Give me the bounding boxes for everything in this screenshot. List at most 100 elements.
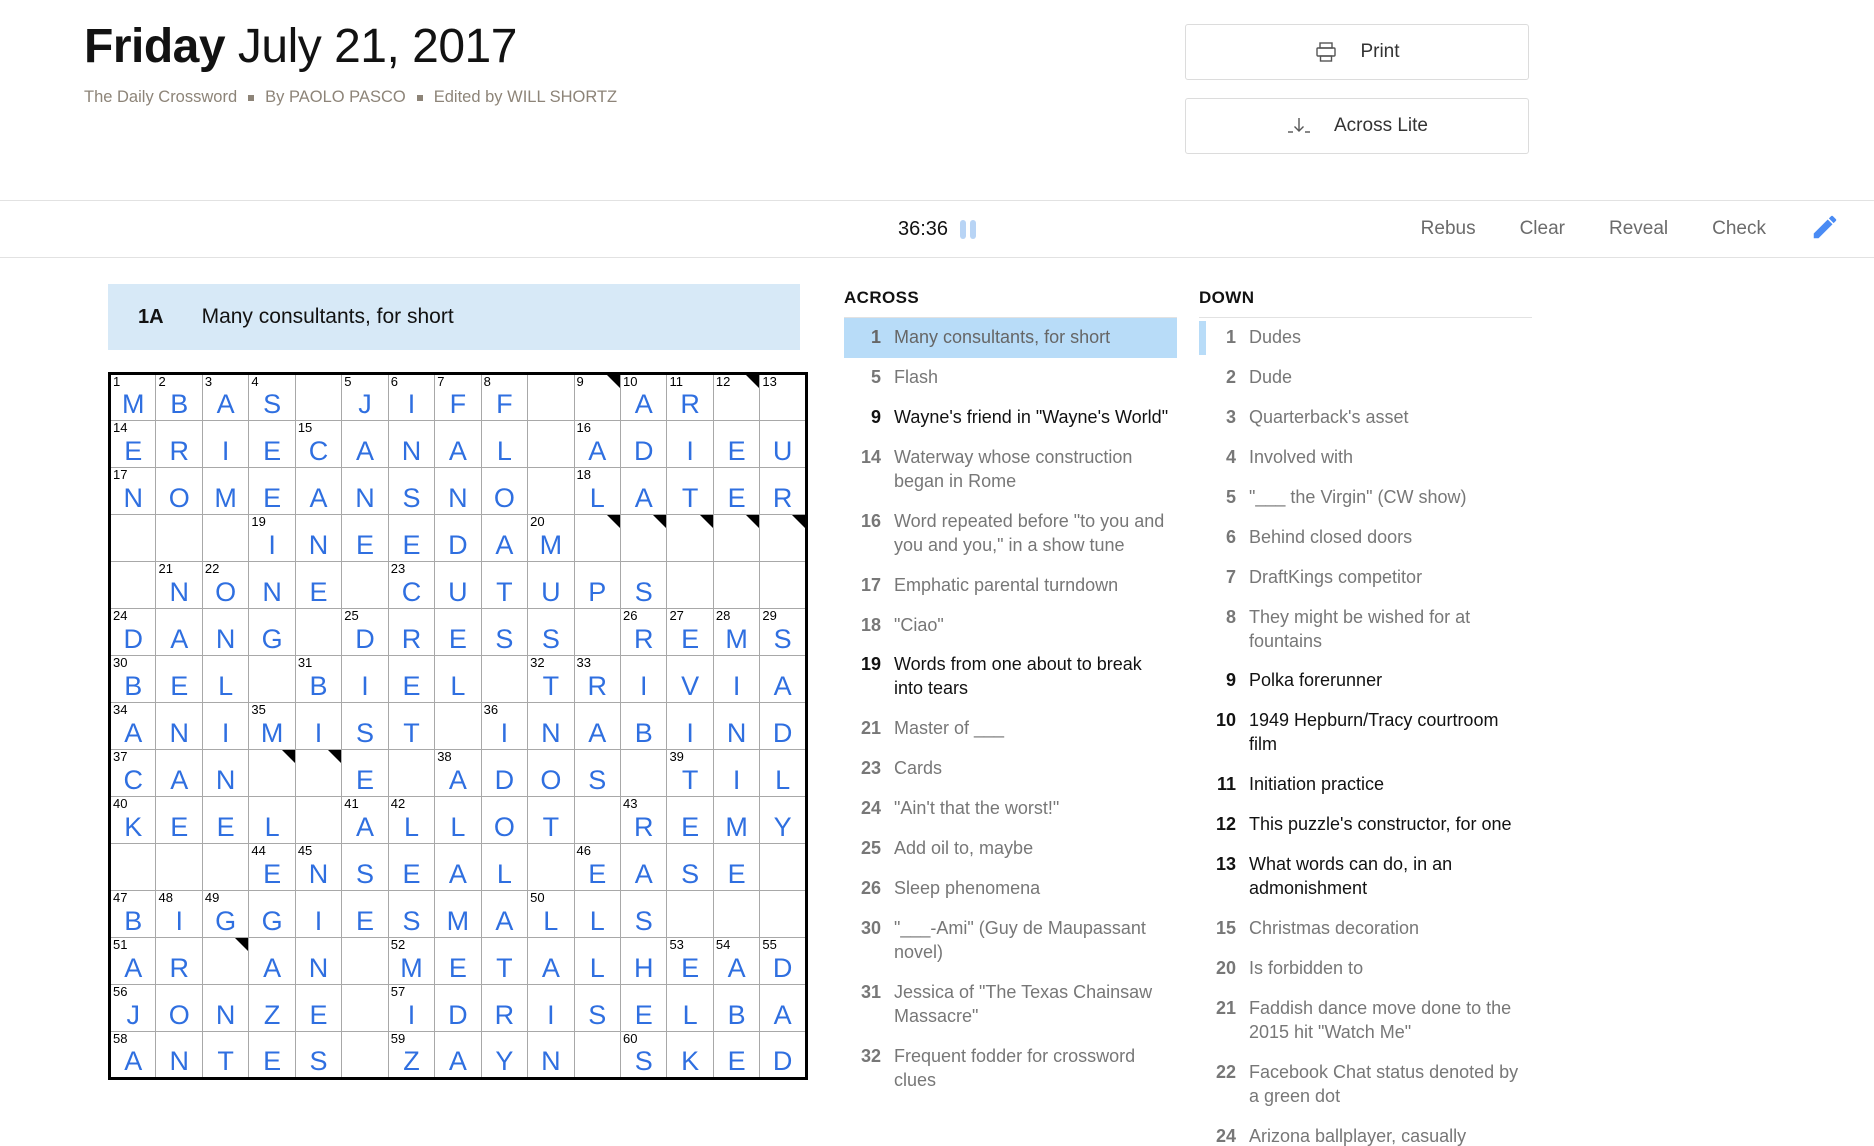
- grid-cell[interactable]: T: [666, 467, 714, 515]
- grid-cell[interactable]: A: [434, 1031, 482, 1079]
- grid-cell[interactable]: 37 C: [108, 749, 157, 797]
- grid-cell[interactable]: 20 M: [527, 514, 575, 562]
- grid-cell[interactable]: N: [201, 749, 250, 797]
- grid-cell[interactable]: N: [387, 420, 436, 468]
- grid-cell[interactable]: L: [434, 655, 482, 703]
- grid-cell[interactable]: L: [201, 655, 250, 703]
- grid-cell[interactable]: N: [434, 467, 482, 515]
- grid-cell[interactable]: M: [201, 467, 250, 515]
- grid-cell[interactable]: [201, 937, 250, 985]
- clue-item-across-24[interactable]: 24 "Ain't that the worst!": [844, 789, 1177, 829]
- grid-cell[interactable]: [573, 514, 622, 562]
- grid-cell[interactable]: 58 A: [108, 1031, 157, 1079]
- grid-cell[interactable]: 56 J: [108, 984, 157, 1032]
- grid-cell[interactable]: 28 M: [712, 608, 761, 656]
- grid-cell[interactable]: 33 R: [573, 655, 622, 703]
- grid-cell[interactable]: R: [155, 937, 203, 985]
- grid-cell[interactable]: 41 A: [341, 796, 389, 844]
- grid-cell[interactable]: T: [387, 702, 436, 750]
- clue-item-down-7[interactable]: 7 DraftKings competitor: [1199, 558, 1532, 598]
- grid-cell[interactable]: N: [712, 702, 761, 750]
- grid-cell[interactable]: 7F: [434, 373, 482, 421]
- grid-cell[interactable]: L: [480, 420, 529, 468]
- grid-cell[interactable]: L: [759, 749, 807, 797]
- grid-cell[interactable]: 13: [759, 373, 807, 421]
- grid-cell[interactable]: I: [201, 702, 250, 750]
- grid-cell[interactable]: S: [387, 890, 436, 938]
- clue-item-down-4[interactable]: 4 Involved with: [1199, 438, 1532, 478]
- grid-cell[interactable]: A: [434, 420, 482, 468]
- grid-cell[interactable]: I: [341, 655, 389, 703]
- grid-cell[interactable]: S: [573, 984, 622, 1032]
- grid-cell[interactable]: A: [480, 890, 529, 938]
- clue-item-across-17[interactable]: 17 Emphatic parental turndown: [844, 566, 1177, 606]
- grid-cell[interactable]: R: [759, 467, 807, 515]
- grid-cell[interactable]: 18 L: [573, 467, 622, 515]
- grid-cell[interactable]: D: [480, 749, 529, 797]
- clue-item-across-30[interactable]: 30 "___-Ami" (Guy de Maupassant novel): [844, 909, 1177, 973]
- clue-item-across-21[interactable]: 21 Master of ___: [844, 709, 1177, 749]
- clue-item-down-21[interactable]: 21 Faddish dance move done to the 2015 hi…: [1199, 989, 1532, 1053]
- grid-cell[interactable]: R: [480, 984, 529, 1032]
- grid-cell[interactable]: S: [480, 608, 529, 656]
- grid-cell[interactable]: E: [387, 655, 436, 703]
- clue-item-down-11[interactable]: 11 Initiation practice: [1199, 765, 1532, 805]
- grid-cell[interactable]: A: [155, 749, 203, 797]
- grid-cell[interactable]: S: [619, 561, 668, 609]
- grid-cell[interactable]: E: [248, 420, 296, 468]
- grid-cell[interactable]: G: [248, 608, 296, 656]
- grid-cell[interactable]: 31 B: [294, 655, 343, 703]
- grid-cell[interactable]: U: [759, 420, 807, 468]
- grid-cell[interactable]: H: [619, 937, 668, 985]
- grid-cell[interactable]: O: [480, 796, 529, 844]
- clue-item-across-26[interactable]: 26 Sleep phenomena: [844, 869, 1177, 909]
- rebus-button[interactable]: Rebus: [1421, 218, 1476, 240]
- grid-cell[interactable]: 53 E: [666, 937, 714, 985]
- clue-item-across-18[interactable]: 18 "Ciao": [844, 606, 1177, 646]
- crossword-grid[interactable]: 1 M 2 B 3 A 4 S 5 J 6 I 7 F 8 F 9 10 A 11 R 12 13 14 E R I E 15 C A N A L…: [108, 372, 808, 1080]
- grid-cell[interactable]: 59 Z: [387, 1031, 436, 1079]
- grid-cell[interactable]: [619, 514, 668, 562]
- grid-cell[interactable]: T: [480, 561, 529, 609]
- grid-cell[interactable]: [248, 749, 296, 797]
- grid-cell[interactable]: E: [201, 796, 250, 844]
- grid-cell[interactable]: T: [527, 796, 575, 844]
- grid-cell[interactable]: N: [527, 1031, 575, 1079]
- grid-cell[interactable]: E: [155, 655, 203, 703]
- grid-cell[interactable]: E: [387, 514, 436, 562]
- grid-cell[interactable]: 44 E: [248, 843, 296, 891]
- grid-cell[interactable]: N: [341, 467, 389, 515]
- grid-cell[interactable]: 17 N: [108, 467, 157, 515]
- clear-button[interactable]: Clear: [1520, 218, 1565, 240]
- grid-cell[interactable]: 15 C: [294, 420, 343, 468]
- clue-item-across-23[interactable]: 23 Cards: [844, 749, 1177, 789]
- clue-item-across-25[interactable]: 25 Add oil to, maybe: [844, 829, 1177, 869]
- grid-cell[interactable]: 38 A: [434, 749, 482, 797]
- grid-cell[interactable]: N: [201, 984, 250, 1032]
- grid-cell[interactable]: D: [759, 1031, 807, 1079]
- grid-cell[interactable]: 51 A: [108, 937, 157, 985]
- grid-cell[interactable]: N: [155, 1031, 203, 1079]
- print-button[interactable]: Print: [1185, 24, 1529, 80]
- grid-cell[interactable]: D: [759, 702, 807, 750]
- grid-cell[interactable]: 48 I: [155, 890, 203, 938]
- grid-cell[interactable]: 1M: [108, 373, 157, 421]
- clue-item-down-20[interactable]: 20 Is forbidden to: [1199, 949, 1532, 989]
- grid-cell[interactable]: 19 I: [248, 514, 296, 562]
- grid-cell[interactable]: E: [248, 467, 296, 515]
- clue-item-down-2[interactable]: 2 Dude: [1199, 358, 1532, 398]
- grid-cell[interactable]: N: [201, 608, 250, 656]
- clue-item-across-9[interactable]: 9 Wayne's friend in "Wayne's World": [844, 398, 1177, 438]
- grid-cell[interactable]: 39 T: [666, 749, 714, 797]
- grid-cell[interactable]: D: [619, 420, 668, 468]
- clue-item-down-10[interactable]: 10 1949 Hepburn/Tracy courtroom film: [1199, 701, 1532, 765]
- grid-cell[interactable]: 2B: [155, 373, 203, 421]
- clue-item-down-15[interactable]: 15 Christmas decoration: [1199, 909, 1532, 949]
- grid-cell[interactable]: N: [155, 702, 203, 750]
- grid-cell[interactable]: 26 R: [619, 608, 668, 656]
- clue-item-down-6[interactable]: 6 Behind closed doors: [1199, 518, 1532, 558]
- grid-cell[interactable]: I: [666, 420, 714, 468]
- grid-cell[interactable]: 25 D: [341, 608, 389, 656]
- grid-cell[interactable]: R: [387, 608, 436, 656]
- grid-cell[interactable]: 30 B: [108, 655, 157, 703]
